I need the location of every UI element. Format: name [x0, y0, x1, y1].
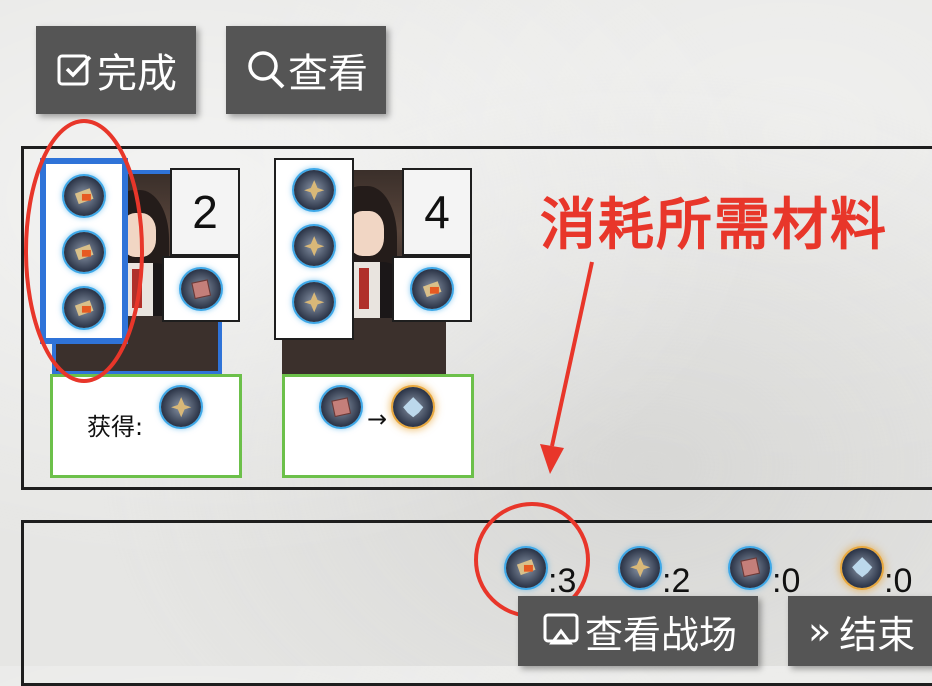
- done-label: 完成: [97, 51, 177, 97]
- gold-material-icon: [620, 547, 660, 588]
- checkbox-icon: [55, 50, 95, 90]
- end-button[interactable]: » 结束: [788, 596, 932, 666]
- view-battlefield-label: 查看战场: [584, 612, 737, 657]
- gain-label: 获得:: [87, 413, 144, 441]
- inventory-silver: :0: [842, 534, 912, 601]
- silver-crystal-icon: [842, 547, 882, 588]
- card-2-cost-number: 4: [402, 168, 472, 256]
- card-2-cost-column: [274, 158, 354, 340]
- search-icon: [244, 48, 288, 92]
- card-1-reward-box: 获得:: [50, 374, 242, 478]
- view-battlefield-button[interactable]: 查看战场: [518, 596, 758, 666]
- gold-material-icon: [294, 282, 334, 322]
- convert-arrow: →: [367, 405, 388, 433]
- silver-crystal-icon: [393, 387, 433, 427]
- gold-material-icon: [161, 387, 201, 427]
- inventory-copper: :0: [730, 534, 800, 601]
- card-1-cost-number: 2: [170, 168, 240, 256]
- fire-material-icon: [412, 269, 452, 309]
- annotation-arrow: [540, 261, 594, 474]
- view-label: 查看: [288, 51, 368, 97]
- annotation-text: 消耗所需材料: [540, 193, 888, 258]
- screen-icon: [539, 608, 585, 654]
- copper-material-icon: [321, 387, 361, 427]
- copper-material-icon: [730, 547, 770, 588]
- highlight-ellipse-cost: [24, 119, 144, 383]
- gold-material-icon: [294, 170, 334, 210]
- card-1-side-item: [162, 256, 240, 322]
- done-button[interactable]: 完成: [36, 26, 196, 114]
- double-chevron-icon: »: [808, 609, 832, 653]
- copper-material-icon: [181, 269, 221, 309]
- card-2-side-item: [392, 256, 472, 322]
- inventory-gold: :2: [620, 534, 690, 601]
- end-label: 结束: [839, 612, 916, 657]
- card-2-reward-box: →: [282, 374, 474, 478]
- view-button[interactable]: 查看: [226, 26, 386, 114]
- gold-material-icon: [294, 226, 334, 266]
